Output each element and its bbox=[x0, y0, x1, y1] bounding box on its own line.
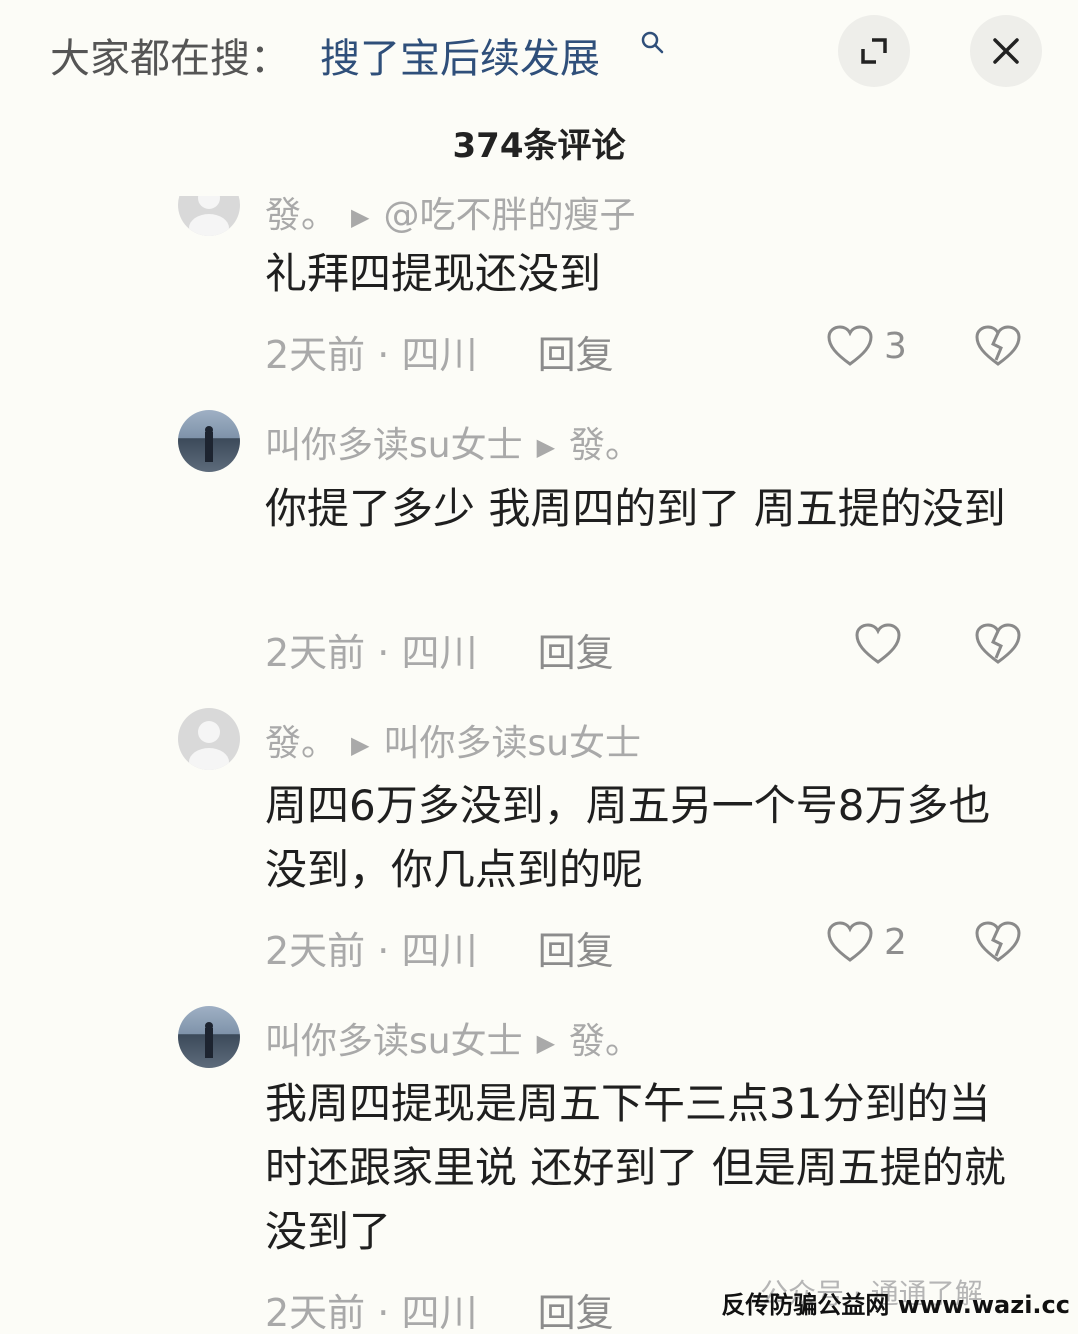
reply-header: 發。 ▶ 叫你多读su女士 bbox=[265, 714, 641, 766]
search-icon[interactable] bbox=[640, 30, 666, 56]
like-button[interactable] bbox=[854, 622, 912, 666]
avatar[interactable] bbox=[178, 410, 240, 472]
close-button[interactable] bbox=[970, 15, 1042, 87]
comment-location: 四川 bbox=[401, 631, 478, 675]
reply-button[interactable]: 回复 bbox=[538, 1291, 614, 1334]
reply-button[interactable]: 回复 bbox=[538, 333, 614, 377]
expand-button[interactable] bbox=[838, 15, 910, 87]
meta-separator: · bbox=[377, 1291, 390, 1334]
comment-count-title: 374条评论 bbox=[452, 126, 626, 166]
username[interactable]: 叫你多读su女士 bbox=[265, 425, 523, 466]
like-button[interactable]: 3 bbox=[826, 324, 907, 368]
play-arrow-icon: ▶ bbox=[536, 433, 556, 461]
comment-time: 2天前 bbox=[265, 333, 366, 377]
comment-meta: 2天前 · 四川 回复 bbox=[265, 920, 614, 975]
comment-time: 2天前 bbox=[265, 1291, 366, 1334]
top-bar: 大家都在搜： 搜了宝后续发展 bbox=[0, 0, 1078, 100]
reply-to-user[interactable]: 叫你多读su女士 bbox=[383, 723, 641, 764]
heart-icon bbox=[827, 921, 873, 962]
comment-text: 周四6万多没到，周五另一个号8万多也没到，你几点到的呢 bbox=[265, 781, 991, 894]
reply-to-user[interactable]: 發。 bbox=[569, 1021, 641, 1062]
username[interactable]: 發。 bbox=[265, 723, 337, 764]
reply-header: 叫你多读su女士 ▶ 發。 bbox=[265, 1012, 641, 1064]
comment-text: 礼拜四提现还没到 bbox=[265, 249, 602, 298]
site-tag: 反传防骗公益网 www.wazi.cc bbox=[721, 1291, 1070, 1319]
like-count: 2 bbox=[884, 921, 907, 963]
comment-time: 2天前 bbox=[265, 631, 366, 675]
comment-text: 我周四提现是周五下午三点31分到的当时还跟家里说 还好到了 但是周五提的就没到了 bbox=[265, 1079, 1006, 1256]
like-button[interactable]: 2 bbox=[826, 920, 907, 964]
comment-meta: 2天前 · 四川 回复 bbox=[265, 324, 614, 379]
play-arrow-icon: ▶ bbox=[351, 203, 370, 231]
reply-to-user[interactable]: 發。 bbox=[569, 425, 641, 466]
broken-heart-icon[interactable] bbox=[974, 920, 1022, 964]
username[interactable]: 發。 bbox=[265, 196, 337, 236]
comment-meta: 2天前 · 四川 回复 bbox=[265, 622, 614, 677]
reply-header: 發。 ▶ @吃不胖的瘦子 bbox=[265, 196, 636, 238]
close-icon bbox=[993, 38, 1019, 64]
comment-location: 四川 bbox=[401, 929, 478, 973]
reply-button[interactable]: 回复 bbox=[538, 631, 614, 675]
comment-location: 四川 bbox=[401, 1291, 478, 1334]
heart-icon bbox=[827, 325, 873, 366]
comment-text: 你提了多少 我周四的到了 周五提的没到 bbox=[265, 484, 1006, 533]
broken-heart-icon[interactable] bbox=[974, 324, 1022, 368]
reply-button[interactable]: 回复 bbox=[538, 929, 614, 973]
username[interactable]: 叫你多读su女士 bbox=[265, 1021, 523, 1062]
meta-separator: · bbox=[377, 631, 390, 675]
avatar[interactable] bbox=[178, 196, 240, 236]
heart-icon bbox=[855, 623, 901, 664]
reply-header: 叫你多读su女士 ▶ 發。 bbox=[265, 416, 641, 468]
play-arrow-icon: ▶ bbox=[536, 1029, 556, 1057]
comment-time: 2天前 bbox=[265, 929, 366, 973]
like-count: 3 bbox=[884, 325, 907, 367]
avatar[interactable] bbox=[178, 708, 240, 770]
search-query-link[interactable]: 搜了宝后续发展 bbox=[320, 26, 600, 84]
reply-to-user[interactable]: @吃不胖的瘦子 bbox=[383, 196, 635, 236]
comment-location: 四川 bbox=[401, 333, 478, 377]
meta-separator: · bbox=[377, 929, 390, 973]
comment-meta: 2天前 · 四川 回复 bbox=[265, 1282, 614, 1334]
play-arrow-icon: ▶ bbox=[351, 731, 370, 759]
comment-list[interactable]: 發。 ▶ @吃不胖的瘦子 礼拜四提现还没到 2天前 · 四川 回复 3 叫你多读su… bbox=[0, 196, 1078, 1334]
meta-separator: · bbox=[377, 333, 390, 377]
broken-heart-icon[interactable] bbox=[974, 622, 1022, 666]
expand-icon bbox=[861, 38, 887, 64]
avatar[interactable] bbox=[178, 1006, 240, 1068]
search-prefix: 大家都在搜： bbox=[50, 36, 290, 82]
